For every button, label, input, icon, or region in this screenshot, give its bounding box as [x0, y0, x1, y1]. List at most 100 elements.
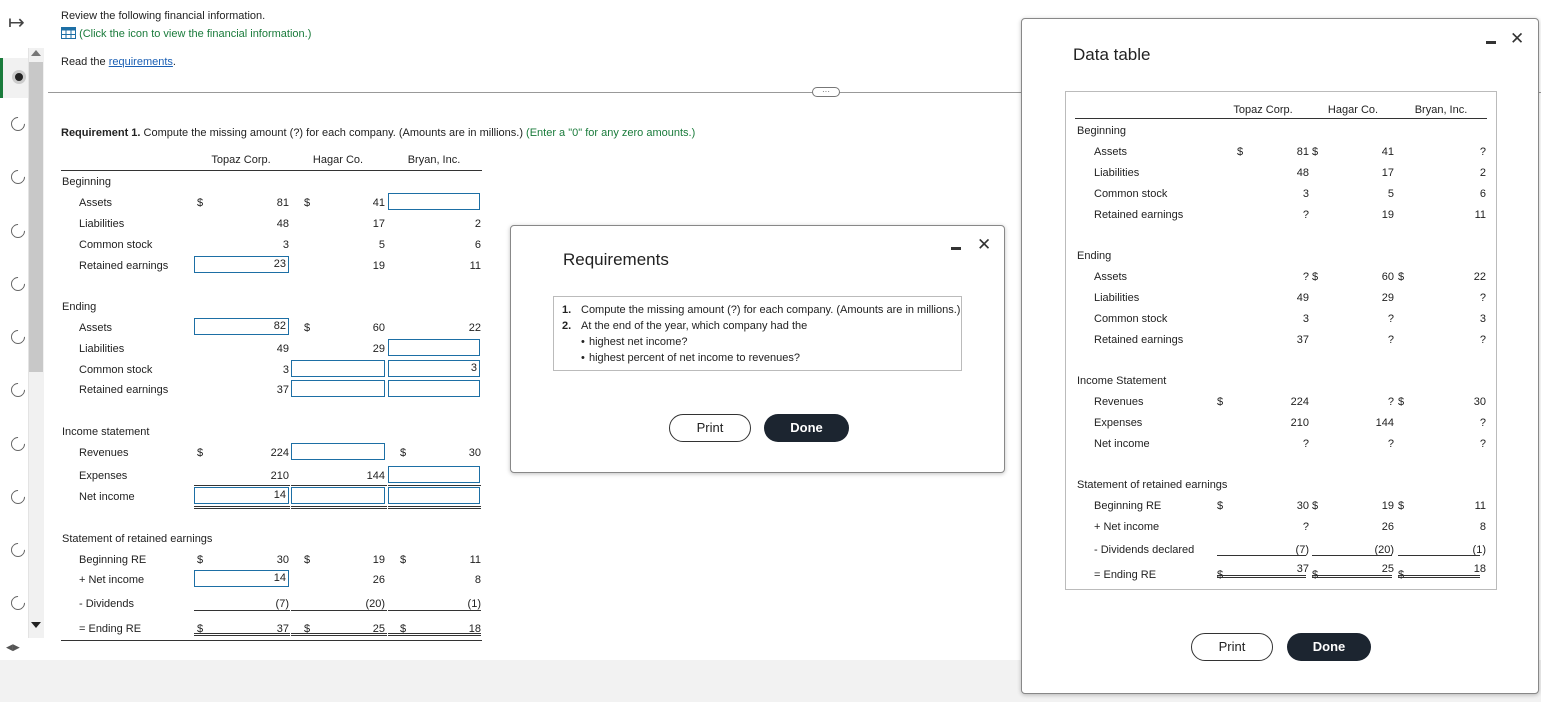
total-double-rule — [388, 633, 481, 636]
question-radio-icon[interactable] — [8, 221, 28, 241]
done-button[interactable]: Done — [1287, 633, 1371, 661]
answer-input[interactable] — [291, 487, 385, 504]
amount-value: ? — [1479, 438, 1486, 450]
financial-info-link[interactable]: (Click the icon to view the financial in… — [61, 27, 311, 40]
column-header: Bryan, Inc. — [1414, 104, 1468, 116]
answer-input[interactable]: 23 — [194, 256, 289, 273]
dollar-sign: $ — [304, 197, 311, 209]
dollar-sign: $ — [1312, 271, 1319, 283]
question-selected-indicator[interactable] — [0, 58, 28, 98]
answer-input[interactable] — [291, 380, 385, 397]
amount-value: 11 — [469, 554, 481, 566]
dollar-sign: $ — [304, 322, 311, 334]
amount-value: 224 — [270, 447, 289, 459]
header-rule — [1075, 118, 1487, 119]
total-double-rule — [291, 633, 387, 636]
req-bullet-mark: • — [581, 352, 585, 364]
question-radio-icon[interactable] — [8, 540, 28, 560]
answer-input[interactable] — [388, 380, 480, 397]
row-label: Retained earnings — [79, 260, 169, 272]
amount-value: 11 — [1474, 500, 1486, 512]
scroll-up-icon[interactable] — [31, 50, 41, 56]
subtotal-rule — [1312, 555, 1392, 556]
question-radio-icon[interactable] — [8, 114, 28, 134]
answer-input[interactable] — [388, 487, 480, 504]
dollar-sign: $ — [400, 554, 407, 566]
amount-value: 3 — [282, 364, 289, 376]
amount-value: 19 — [1381, 500, 1394, 512]
read-suffix: . — [172, 56, 176, 68]
amount-value: 6 — [474, 239, 481, 251]
row-label: Assets — [1094, 146, 1128, 158]
row-label: Liabilities — [79, 218, 125, 230]
expand-arrow-icon[interactable]: ↦ — [8, 10, 25, 35]
answer-input[interactable] — [291, 443, 385, 460]
section-label: Beginning — [62, 176, 111, 188]
row-label: Retained earnings — [1094, 334, 1184, 346]
more-dots-icon[interactable]: ··· — [812, 87, 840, 97]
question-radio-icon[interactable] — [8, 487, 28, 507]
total-double-rule — [388, 506, 481, 509]
question-radio-icon[interactable] — [8, 274, 28, 294]
answer-input[interactable]: 82 — [194, 318, 289, 335]
close-icon[interactable]: ✕ — [1510, 29, 1524, 49]
answer-input[interactable] — [388, 466, 480, 483]
question-radio-icon[interactable] — [8, 434, 28, 454]
question-radio-icon[interactable] — [8, 167, 28, 187]
requirements-link[interactable]: requirements — [109, 56, 173, 68]
minimize-icon[interactable] — [951, 247, 961, 250]
dollar-sign: $ — [1398, 271, 1405, 283]
amount-value: 17 — [1381, 167, 1394, 179]
subtotal-rule — [291, 610, 387, 611]
answer-input[interactable] — [388, 339, 480, 356]
answer-input[interactable]: 14 — [194, 570, 289, 587]
row-label: Assets — [1094, 271, 1128, 283]
column-header: Hagar Co. — [1327, 104, 1379, 116]
amount-value: 37 — [1296, 563, 1309, 575]
amount-value: 41 — [372, 197, 385, 209]
table-grid-icon[interactable] — [61, 27, 76, 39]
amount-value: 30 — [1296, 500, 1309, 512]
req1-text: Compute the missing amount (?) for each … — [140, 127, 527, 139]
close-icon[interactable]: ✕ — [977, 235, 991, 255]
section-label: Income statement — [62, 426, 150, 438]
print-button[interactable]: Print — [669, 414, 751, 442]
amount-value: ? — [1302, 271, 1309, 283]
subtotal-rule — [1217, 555, 1306, 556]
dollar-sign: $ — [197, 447, 204, 459]
done-button[interactable]: Done — [764, 414, 849, 442]
print-button[interactable]: Print — [1191, 633, 1273, 661]
total-double-rule — [1312, 575, 1392, 578]
column-header: Hagar Co. — [312, 154, 364, 166]
amount-value: 19 — [372, 260, 385, 272]
header-rule — [61, 170, 482, 171]
row-label: + Net income — [1094, 521, 1160, 533]
minimize-icon[interactable] — [1486, 41, 1496, 44]
row-label: Assets — [79, 322, 113, 334]
req-bullet: highest percent of net income to revenue… — [589, 352, 800, 364]
answer-input[interactable]: 14 — [194, 487, 289, 504]
answer-input[interactable]: 3 — [388, 360, 480, 377]
answer-input[interactable] — [388, 193, 480, 210]
horizontal-scroll-arrows-icon[interactable]: ◀▶ — [6, 642, 20, 653]
question-radio-icon[interactable] — [8, 327, 28, 347]
row-label: Common stock — [79, 239, 153, 251]
financial-info-text[interactable]: (Click the icon to view the financial in… — [79, 28, 311, 40]
amount-value: 18 — [1473, 563, 1486, 575]
read-prefix: Read the — [61, 56, 109, 68]
amount-value: 5 — [1387, 188, 1394, 200]
question-radio-icon[interactable] — [8, 593, 28, 613]
scroll-down-icon[interactable] — [31, 622, 41, 628]
dollar-sign: $ — [1312, 500, 1319, 512]
amount-value: ? — [1479, 334, 1486, 346]
row-label: = Ending RE — [79, 623, 142, 635]
question-radio-icon[interactable] — [8, 380, 28, 400]
amount-value: ? — [1479, 146, 1486, 158]
row-label: Common stock — [79, 364, 153, 376]
amount-value: 29 — [1381, 292, 1394, 304]
row-label: + Net income — [79, 574, 145, 586]
row-label: Assets — [79, 197, 113, 209]
amount-value: 60 — [372, 322, 385, 334]
answer-input[interactable] — [291, 360, 385, 377]
rail-scrollbar-thumb[interactable] — [29, 62, 43, 372]
